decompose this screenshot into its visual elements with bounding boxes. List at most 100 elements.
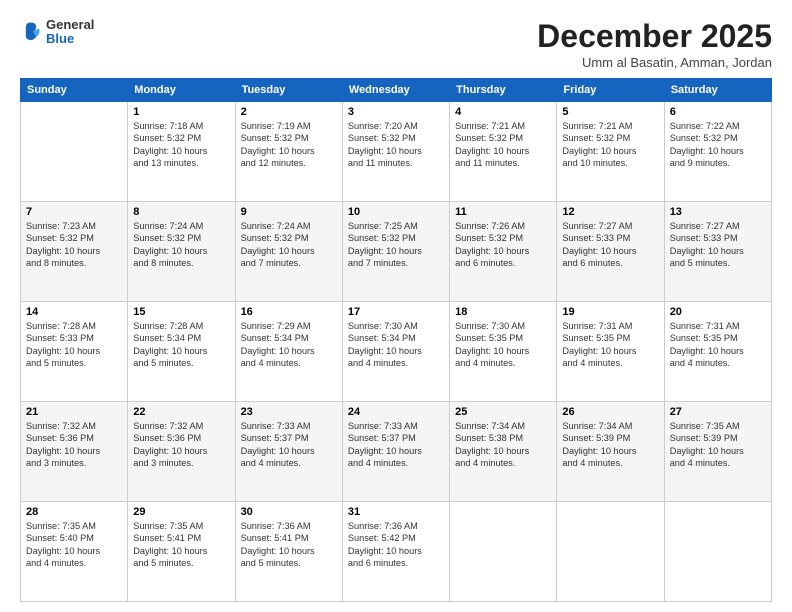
cell-info: Sunrise: 7:35 AM Sunset: 5:40 PM Dayligh… — [26, 520, 122, 570]
table-row: 11Sunrise: 7:26 AM Sunset: 5:32 PM Dayli… — [450, 202, 557, 302]
cell-date: 14 — [26, 306, 122, 318]
cell-info: Sunrise: 7:30 AM Sunset: 5:34 PM Dayligh… — [348, 320, 444, 370]
cell-info: Sunrise: 7:20 AM Sunset: 5:32 PM Dayligh… — [348, 120, 444, 170]
cell-date: 27 — [670, 406, 766, 418]
table-row: 30 Sunrise: 7:36 AM Sunset: 5:41 PM Dayli… — [235, 502, 342, 602]
cell-info: Sunrise: 7:23 AM Sunset: 5:32 PM Dayligh… — [26, 220, 122, 270]
table-row: 6Sunrise: 7:22 AM Sunset: 5:32 PM Daylig… — [664, 102, 771, 202]
header-monday: Monday — [128, 79, 235, 102]
cell-date: 15 — [133, 306, 229, 318]
table-row: 10Sunrise: 7:25 AM Sunset: 5:32 PM Dayli… — [342, 202, 449, 302]
cell-info: Sunrise: 7:33 AM Sunset: 5:37 PM Dayligh… — [348, 420, 444, 470]
table-row: 3 Sunrise: 7:20 AM Sunset: 5:32 PM Daylig… — [342, 102, 449, 202]
cell-date: 25 — [455, 406, 551, 418]
cell-date: 19 — [562, 306, 658, 318]
cell-info: Sunrise: 7:21 AM Sunset: 5:32 PM Dayligh… — [455, 120, 551, 170]
cell-date: 28 — [26, 506, 122, 518]
calendar: Sunday Monday Tuesday Wednesday Thursday… — [20, 78, 772, 602]
title-month: December 2025 — [537, 18, 772, 55]
cell-info: Sunrise: 7:28 AM Sunset: 5:34 PM Dayligh… — [133, 320, 229, 370]
cell-info: Sunrise: 7:18 AM Sunset: 5:32 PM Dayligh… — [133, 120, 229, 170]
cell-date: 3 — [348, 106, 444, 118]
table-row: 8 Sunrise: 7:24 AM Sunset: 5:32 PM Daylig… — [128, 202, 235, 302]
table-row: 14 Sunrise: 7:28 AM Sunset: 5:33 PM Dayli… — [21, 302, 128, 402]
cell-info: Sunrise: 7:29 AM Sunset: 5:34 PM Dayligh… — [241, 320, 337, 370]
cell-info: Sunrise: 7:34 AM Sunset: 5:38 PM Dayligh… — [455, 420, 551, 470]
cell-info: Sunrise: 7:31 AM Sunset: 5:35 PM Dayligh… — [562, 320, 658, 370]
cell-info: Sunrise: 7:19 AM Sunset: 5:32 PM Dayligh… — [241, 120, 337, 170]
cell-info: Sunrise: 7:36 AM Sunset: 5:42 PM Dayligh… — [348, 520, 444, 570]
cell-date: 26 — [562, 406, 658, 418]
table-row: 22Sunrise: 7:32 AM Sunset: 5:36 PM Dayli… — [128, 402, 235, 502]
cell-info: Sunrise: 7:24 AM Sunset: 5:32 PM Dayligh… — [241, 220, 337, 270]
cell-date: 30 — [241, 506, 337, 518]
table-row: 23 Sunrise: 7:33 AM Sunset: 5:37 PM Dayli… — [235, 402, 342, 502]
table-row: 26 Sunrise: 7:34 AM Sunset: 5:39 PM Dayli… — [557, 402, 664, 502]
cell-info: Sunrise: 7:24 AM Sunset: 5:32 PM Dayligh… — [133, 220, 229, 270]
header-tuesday: Tuesday — [235, 79, 342, 102]
table-row: 21 Sunrise: 7:32 AM Sunset: 5:36 PM Dayli… — [21, 402, 128, 502]
cell-info: Sunrise: 7:32 AM Sunset: 5:36 PM Dayligh… — [26, 420, 122, 470]
table-row: 2 Sunrise: 7:19 AM Sunset: 5:32 PM Daylig… — [235, 102, 342, 202]
calendar-week-row: 1 Sunrise: 7:18 AM Sunset: 5:32 PM Daylig… — [21, 102, 772, 202]
header-wednesday: Wednesday — [342, 79, 449, 102]
table-row: 31 Sunrise: 7:36 AM Sunset: 5:42 PM Dayli… — [342, 502, 449, 602]
cell-date: 11 — [455, 206, 551, 218]
cell-info: Sunrise: 7:35 AM Sunset: 5:39 PM Dayligh… — [670, 420, 766, 470]
table-row: 7 Sunrise: 7:23 AM Sunset: 5:32 PM Daylig… — [21, 202, 128, 302]
table-row: 28 Sunrise: 7:35 AM Sunset: 5:40 PM Dayli… — [21, 502, 128, 602]
cell-info: Sunrise: 7:28 AM Sunset: 5:33 PM Dayligh… — [26, 320, 122, 370]
table-row: 13Sunrise: 7:27 AM Sunset: 5:33 PM Dayli… — [664, 202, 771, 302]
cell-date: 18 — [455, 306, 551, 318]
table-row: 12 Sunrise: 7:27 AM Sunset: 5:33 PM Dayli… — [557, 202, 664, 302]
cell-date: 12 — [562, 206, 658, 218]
title-location: Umm al Basatin, Amman, Jordan — [537, 55, 772, 70]
cell-date: 23 — [241, 406, 337, 418]
table-row: 25 Sunrise: 7:34 AM Sunset: 5:38 PM Dayli… — [450, 402, 557, 502]
cell-date: 9 — [241, 206, 337, 218]
cell-info: Sunrise: 7:36 AM Sunset: 5:41 PM Dayligh… — [241, 520, 337, 570]
table-row: 20Sunrise: 7:31 AM Sunset: 5:35 PM Dayli… — [664, 302, 771, 402]
calendar-week-row: 14 Sunrise: 7:28 AM Sunset: 5:33 PM Dayli… — [21, 302, 772, 402]
header-thursday: Thursday — [450, 79, 557, 102]
cell-info: Sunrise: 7:27 AM Sunset: 5:33 PM Dayligh… — [562, 220, 658, 270]
table-row: 27 Sunrise: 7:35 AM Sunset: 5:39 PM Dayli… — [664, 402, 771, 502]
cell-date: 5 — [562, 106, 658, 118]
cell-info: Sunrise: 7:21 AM Sunset: 5:32 PM Dayligh… — [562, 120, 658, 170]
table-row: 15 Sunrise: 7:28 AM Sunset: 5:34 PM Dayli… — [128, 302, 235, 402]
header-friday: Friday — [557, 79, 664, 102]
table-row: 4Sunrise: 7:21 AM Sunset: 5:32 PM Daylig… — [450, 102, 557, 202]
table-row: 18 Sunrise: 7:30 AM Sunset: 5:35 PM Dayli… — [450, 302, 557, 402]
cell-date: 2 — [241, 106, 337, 118]
cell-info: Sunrise: 7:34 AM Sunset: 5:39 PM Dayligh… — [562, 420, 658, 470]
cell-info: Sunrise: 7:27 AM Sunset: 5:33 PM Dayligh… — [670, 220, 766, 270]
cell-date: 1 — [133, 106, 229, 118]
cell-date: 7 — [26, 206, 122, 218]
cell-date: 8 — [133, 206, 229, 218]
cell-date: 16 — [241, 306, 337, 318]
cell-date: 21 — [26, 406, 122, 418]
logo-icon — [20, 21, 42, 43]
table-row: 1 Sunrise: 7:18 AM Sunset: 5:32 PM Daylig… — [128, 102, 235, 202]
cell-info: Sunrise: 7:33 AM Sunset: 5:37 PM Dayligh… — [241, 420, 337, 470]
table-row: 16 Sunrise: 7:29 AM Sunset: 5:34 PM Dayli… — [235, 302, 342, 402]
table-row: 19 Sunrise: 7:31 AM Sunset: 5:35 PM Dayli… — [557, 302, 664, 402]
logo: General Blue — [20, 18, 94, 47]
table-row: 5 Sunrise: 7:21 AM Sunset: 5:32 PM Daylig… — [557, 102, 664, 202]
table-row: 29Sunrise: 7:35 AM Sunset: 5:41 PM Dayli… — [128, 502, 235, 602]
cell-date: 17 — [348, 306, 444, 318]
calendar-week-row: 7 Sunrise: 7:23 AM Sunset: 5:32 PM Daylig… — [21, 202, 772, 302]
cell-date: 24 — [348, 406, 444, 418]
cell-info: Sunrise: 7:32 AM Sunset: 5:36 PM Dayligh… — [133, 420, 229, 470]
cell-date: 10 — [348, 206, 444, 218]
cell-info: Sunrise: 7:22 AM Sunset: 5:32 PM Dayligh… — [670, 120, 766, 170]
logo-text: General Blue — [46, 18, 94, 47]
logo-general: General — [46, 18, 94, 32]
header-saturday: Saturday — [664, 79, 771, 102]
title-block: December 2025 Umm al Basatin, Amman, Jor… — [537, 18, 772, 70]
cell-date: 20 — [670, 306, 766, 318]
calendar-week-row: 28 Sunrise: 7:35 AM Sunset: 5:40 PM Dayli… — [21, 502, 772, 602]
cell-info: Sunrise: 7:30 AM Sunset: 5:35 PM Dayligh… — [455, 320, 551, 370]
cell-date: 31 — [348, 506, 444, 518]
page: General Blue December 2025 Umm al Basati… — [0, 0, 792, 612]
